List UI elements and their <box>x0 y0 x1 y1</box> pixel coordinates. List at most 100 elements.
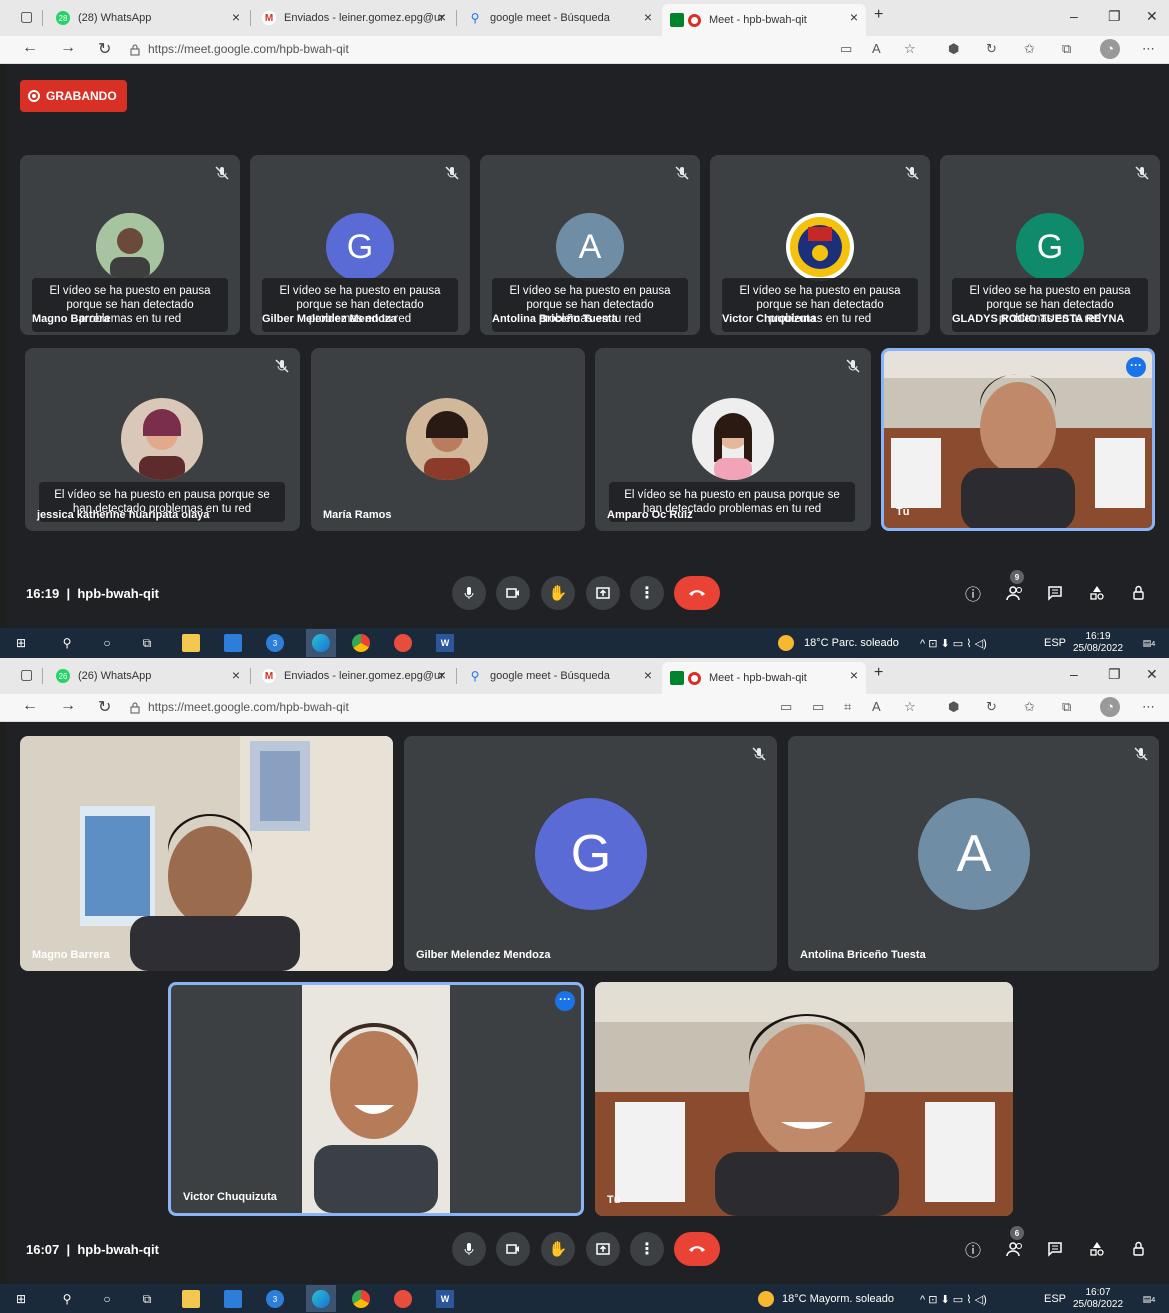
refresh-icon[interactable]: ↻ <box>98 697 111 717</box>
tab-whatsapp[interactable]: 28 (28) WhatsApp × <box>48 4 248 32</box>
participant-tile[interactable]: El vídeo se ha puesto en pausa porque se… <box>20 155 240 335</box>
language-indicator[interactable]: ESP <box>1044 637 1066 649</box>
host-controls-button[interactable] <box>1126 580 1152 606</box>
more-options-button[interactable]: ⋮ <box>630 576 664 610</box>
tab-search[interactable]: ⚲ google meet - Búsqueda × <box>460 4 660 32</box>
weather-text[interactable]: 18°C Mayorm. soleado <box>782 1293 894 1305</box>
refresh-icon[interactable]: ↻ <box>98 39 111 59</box>
screen-icon[interactable]: ▭ <box>812 699 824 715</box>
forward-icon[interactable]: → <box>60 697 76 715</box>
file-explorer-icon[interactable] <box>182 634 200 652</box>
edge-icon[interactable] <box>306 629 336 657</box>
app-icon[interactable] <box>394 1290 412 1308</box>
close-icon[interactable]: × <box>438 667 446 683</box>
app-icon[interactable] <box>394 634 412 652</box>
self-video-tile[interactable]: Tú <box>595 982 1013 1216</box>
edge-icon[interactable] <box>306 1285 336 1312</box>
self-video-tile[interactable]: ··· Tú <box>881 348 1155 531</box>
close-icon[interactable]: × <box>850 9 858 25</box>
language-indicator[interactable]: ESP <box>1044 1293 1066 1305</box>
more-options-button[interactable]: ⋮ <box>630 1232 664 1266</box>
tab-meet[interactable]: Meet - hpb-bwah-qit × <box>662 662 866 694</box>
chat-button[interactable] <box>1042 580 1068 606</box>
refresh-extension-icon[interactable]: ↻ <box>986 41 997 57</box>
tab-whatsapp[interactable]: 26 (26) WhatsApp × <box>48 662 248 690</box>
collections-icon[interactable]: ⧉ <box>1062 41 1071 57</box>
collections-icon[interactable]: ⧉ <box>1062 699 1071 715</box>
chrome-icon[interactable] <box>352 1290 370 1308</box>
participants-button[interactable]: 9 <box>1002 570 1028 606</box>
close-icon[interactable]: × <box>644 9 652 25</box>
leave-call-button[interactable] <box>674 576 720 610</box>
raise-hand-button[interactable]: ✋ <box>541 1232 575 1266</box>
favorites-icon[interactable]: ✩ <box>1024 41 1035 57</box>
url-input[interactable]: https://meet.google.com/hpb-bwah-qit <box>148 42 349 56</box>
participant-tile[interactable]: G El vídeo se ha puesto en pausa porque … <box>940 155 1160 335</box>
back-icon[interactable]: ← <box>22 697 38 715</box>
search-icon[interactable]: ⚲ <box>58 1290 76 1308</box>
profile-icon[interactable]: ◔ <box>1100 39 1120 59</box>
close-window-icon[interactable]: ✕ <box>1146 666 1158 683</box>
close-icon[interactable]: × <box>438 9 446 25</box>
participant-tile[interactable]: G El vídeo se ha puesto en pausa porque … <box>250 155 470 335</box>
close-icon[interactable]: × <box>232 667 240 683</box>
tab-gmail[interactable]: M Enviados - leiner.gomez.epg@ur × <box>254 662 454 690</box>
close-icon[interactable]: × <box>644 667 652 683</box>
store-icon[interactable] <box>224 634 242 652</box>
taskbar-clock[interactable]: 16:19 25/08/2022 <box>1070 631 1126 655</box>
menu-icon[interactable]: ⋯ <box>1142 699 1155 715</box>
participant-tile[interactable]: María Ramos <box>311 348 585 531</box>
notifications-icon[interactable]: ▤ 4 <box>1140 1290 1158 1308</box>
profile-icon[interactable]: ◔ <box>1100 697 1120 717</box>
cortana-icon[interactable]: ○ <box>98 1290 116 1308</box>
leave-call-button[interactable] <box>674 1232 720 1266</box>
read-aloud-icon[interactable]: A <box>872 699 881 714</box>
chrome-icon[interactable] <box>352 634 370 652</box>
system-tray-icons[interactable]: ^ ⊡ ⬇ ▭ ⌇ ◁) <box>920 1293 987 1306</box>
restore-icon[interactable]: ❐ <box>1108 8 1121 25</box>
participants-button[interactable]: 6 <box>1002 1226 1028 1262</box>
close-window-icon[interactable]: ✕ <box>1146 8 1158 25</box>
weather-text[interactable]: 18°C Parc. soleado <box>804 637 899 649</box>
extension-icon[interactable]: ⬢ <box>948 699 959 715</box>
more-options-icon[interactable]: ··· <box>555 991 575 1011</box>
meeting-details-button[interactable]: ⓘ <box>960 580 986 606</box>
taskbar-clock[interactable]: 16:07 25/08/2022 <box>1070 1287 1126 1311</box>
present-button[interactable] <box>586 576 620 610</box>
camera-icon[interactable]: ▭ <box>780 699 792 715</box>
windows-start-icon[interactable]: ⊞ <box>12 634 30 652</box>
tab-gmail[interactable]: M Enviados - leiner.gomez.epg@ur × <box>254 4 454 32</box>
more-options-icon[interactable]: ··· <box>1126 357 1146 377</box>
present-button[interactable] <box>586 1232 620 1266</box>
favorite-icon[interactable]: ☆ <box>904 41 916 57</box>
participant-tile[interactable]: A Antolina Briceño Tuesta <box>788 736 1159 971</box>
new-tab-icon[interactable]: + <box>874 664 883 682</box>
camera-button[interactable] <box>496 1232 530 1266</box>
notifications-icon[interactable]: ▤ 4 <box>1140 634 1158 652</box>
mic-button[interactable] <box>452 1232 486 1266</box>
favorite-icon[interactable]: ☆ <box>904 699 916 715</box>
new-tab-icon[interactable]: + <box>874 6 883 24</box>
restore-icon[interactable]: ❐ <box>1108 666 1121 683</box>
forward-icon[interactable]: → <box>60 39 76 57</box>
tab-search[interactable]: ⚲ google meet - Búsqueda × <box>460 662 660 690</box>
tab-meet[interactable]: Meet - hpb-bwah-qit × <box>662 4 866 36</box>
refresh-extension-icon[interactable]: ↻ <box>986 699 997 715</box>
qr-icon[interactable]: ⌗ <box>844 699 851 715</box>
minimize-icon[interactable]: – <box>1070 666 1078 682</box>
meeting-details-button[interactable]: ⓘ <box>960 1236 986 1262</box>
task-view-icon[interactable]: ⧉ <box>138 1290 156 1308</box>
participant-tile[interactable]: Magno Barrera <box>20 736 393 971</box>
system-tray-icons[interactable]: ^ ⊡ ⬇ ▭ ⌇ ◁) <box>920 637 987 650</box>
participant-tile[interactable]: ··· Victor Chuquizuta <box>168 982 584 1216</box>
participant-tile[interactable]: El vídeo se ha puesto en pausa porque se… <box>25 348 300 531</box>
camera-icon[interactable]: ▭ <box>840 41 852 57</box>
tab-actions-icon[interactable]: ▢ <box>20 8 33 25</box>
activities-button[interactable] <box>1084 580 1110 606</box>
menu-icon[interactable]: ⋯ <box>1142 41 1155 57</box>
participant-tile[interactable]: El vídeo se ha puesto en pausa porque se… <box>710 155 930 335</box>
word-icon[interactable]: W <box>436 634 454 652</box>
extension-icon[interactable]: ⬢ <box>948 41 959 57</box>
back-icon[interactable]: ← <box>22 39 38 57</box>
participant-tile[interactable]: El vídeo se ha puesto en pausa porque se… <box>595 348 871 531</box>
